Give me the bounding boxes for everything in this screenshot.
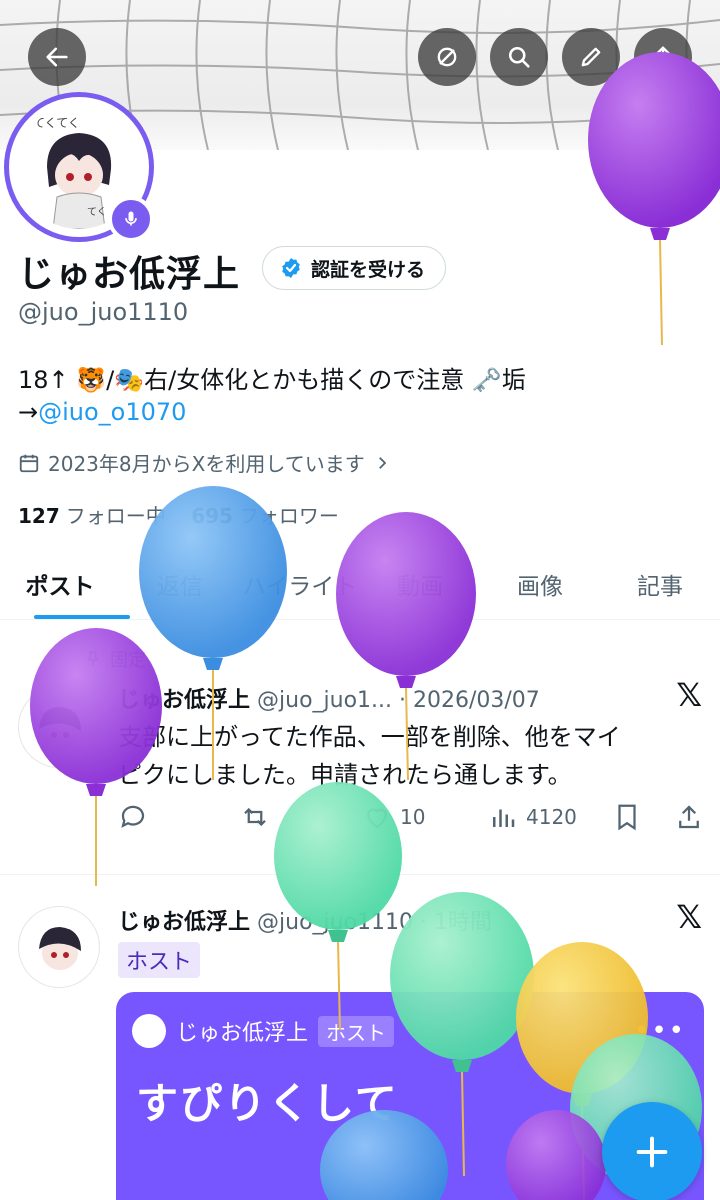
compose-button[interactable]	[602, 1102, 702, 1200]
post-header: じゅお低浮上 @juo_juo1... · 2026/03/07	[118, 682, 540, 714]
post-text: 支部に上がってた作品、一部を削除、他をマイ ピクにしました。申請されたら通します…	[118, 718, 688, 794]
plus-icon	[636, 1136, 668, 1168]
edit-icon	[581, 47, 601, 67]
share-button[interactable]	[634, 28, 692, 86]
host-badge: ホスト	[118, 942, 201, 978]
profile-handle: @juo_juo1110	[18, 298, 189, 326]
space-host-badge: ホスト	[318, 1015, 395, 1047]
pinned-indicator: 固定	[84, 646, 146, 672]
get-verified-button[interactable]: 認証を受ける	[262, 246, 447, 290]
mute-icon	[437, 47, 457, 67]
post-text-line-2: ピクにしました。申請されたら通します。	[118, 761, 572, 789]
followers-label: フォロワー	[238, 504, 339, 528]
joined-date-row[interactable]: 2023年8月からXを利用しています	[18, 448, 391, 477]
bio-arrow: →	[18, 398, 39, 426]
follow-stats: 127 フォロー中 695 フォロワー	[18, 500, 339, 529]
post-actions: 10 4120	[118, 802, 708, 842]
tab-highlights[interactable]: ハイライト	[240, 548, 360, 619]
post-avatar[interactable]	[18, 686, 100, 768]
tab-media[interactable]: 画像	[480, 548, 600, 619]
space-host-avatar	[132, 1014, 166, 1048]
calendar-icon	[19, 454, 39, 472]
microphone-icon	[125, 211, 137, 226]
tab-articles[interactable]: 記事	[600, 548, 720, 619]
back-button[interactable]	[28, 28, 86, 86]
post-meta: @juo_juo1... · 2026/03/07	[257, 688, 540, 713]
get-verified-label: 認証を受ける	[311, 258, 426, 281]
x-logo-icon: 𝕏	[676, 898, 702, 936]
tab-replies[interactable]: 返信	[120, 548, 240, 619]
mute-button[interactable]	[418, 28, 476, 86]
search-button[interactable]	[490, 28, 548, 86]
svg-text:てくてく: てくてく	[33, 116, 80, 130]
chevron-right-icon	[378, 456, 387, 469]
post-author[interactable]: じゅお低浮上	[118, 688, 250, 713]
following-count: 127	[18, 504, 60, 528]
spaces-badge[interactable]	[108, 196, 154, 242]
profile-tabs: ポスト 返信 ハイライト 動画 画像 記事	[0, 548, 720, 620]
share-icon	[653, 46, 673, 68]
like-count: 10	[400, 805, 426, 829]
heart-icon	[367, 808, 387, 829]
followers-link[interactable]: 695 フォロワー	[191, 504, 339, 528]
following-label: フォロー中	[65, 504, 166, 528]
like-button[interactable]: 10	[362, 802, 425, 832]
space-title: すぴりくして	[136, 1079, 399, 1128]
arrow-left-icon	[46, 47, 68, 67]
bookmark-icon	[618, 804, 636, 831]
bio-link[interactable]: @iuo_o1070	[38, 398, 186, 426]
pin-icon	[87, 651, 99, 666]
bio-line-2: →@iuo_o1070	[18, 398, 186, 426]
tab-posts[interactable]: ポスト	[0, 548, 130, 619]
bookmark-button[interactable]	[612, 802, 642, 832]
svg-text:てく: てく	[87, 207, 107, 218]
followers-count: 695	[191, 504, 233, 528]
reply-icon	[121, 805, 145, 828]
views-button[interactable]: 4120	[488, 802, 577, 832]
bio-line-1: 18↑ 🐯/🎭右/女体化とかも描くので注意 🗝️垢	[18, 366, 526, 394]
post-divider	[0, 874, 720, 875]
repost-button[interactable]	[240, 802, 270, 832]
search-icon	[508, 46, 530, 68]
verified-badge-icon	[282, 258, 300, 278]
reply-button[interactable]	[118, 802, 148, 832]
tab-videos[interactable]: 動画	[360, 548, 480, 619]
post-meta: @juo_juo1110 · 1時間	[257, 910, 493, 935]
repost-icon	[244, 807, 266, 827]
edit-button[interactable]	[562, 28, 620, 86]
share-post-button[interactable]	[674, 802, 704, 832]
profile-name: じゅお低浮上	[18, 254, 241, 295]
post-author[interactable]: じゅお低浮上	[118, 910, 250, 935]
post-text-line-1: 支部に上がってた作品、一部を削除、他をマイ	[118, 723, 621, 751]
space-host-name: じゅお低浮上	[176, 1021, 309, 1046]
following-link[interactable]: 127 フォロー中	[18, 504, 166, 528]
post-avatar[interactable]	[18, 906, 100, 988]
more-options-icon[interactable]: •••	[634, 1016, 686, 1046]
share-icon	[679, 805, 699, 829]
space-host-row: じゅお低浮上 ホスト	[132, 1014, 395, 1048]
post-header: じゅお低浮上 @juo_juo1110 · 1時間	[118, 904, 492, 936]
x-logo-icon: 𝕏	[676, 676, 702, 714]
joined-text: 2023年8月からXを利用しています	[48, 452, 365, 476]
pinned-label: 固定	[110, 650, 146, 671]
analytics-icon	[493, 809, 515, 827]
view-count: 4120	[526, 805, 577, 829]
